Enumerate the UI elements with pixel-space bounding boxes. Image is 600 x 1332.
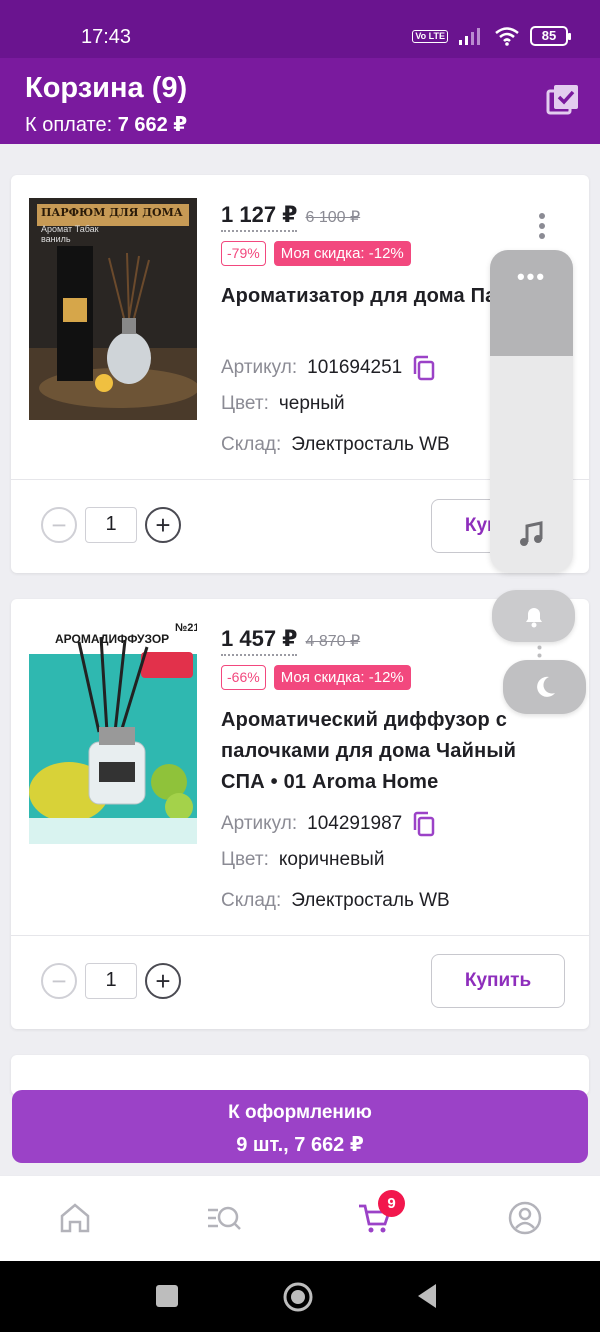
discount-badges: -66% Моя скидка: -12% bbox=[221, 665, 411, 690]
product-name[interactable]: Ароматический диффузор с палочками для д… bbox=[221, 705, 551, 798]
warehouse-row: Склад: Электросталь WB bbox=[221, 890, 450, 912]
cart-header: Корзина (9) К оплате: 7 662 ₽ bbox=[0, 58, 600, 144]
article-value: 101694251 bbox=[307, 357, 403, 378]
status-bar: 17:43 Vo LTE 85 bbox=[0, 0, 600, 58]
color-row: Цвет: коричневый bbox=[221, 849, 384, 871]
price[interactable]: 1 127 ₽ bbox=[221, 202, 298, 232]
select-all-icon[interactable] bbox=[546, 83, 580, 117]
old-price: 4 870 ₽ bbox=[305, 633, 361, 650]
discount-badges: -79% Моя скидка: -12% bbox=[221, 241, 411, 266]
color-row: Цвет: черный bbox=[221, 393, 345, 415]
thumb-number: №21 bbox=[175, 622, 197, 634]
do-not-disturb-button[interactable] bbox=[503, 660, 586, 714]
color-value: коричневый bbox=[278, 849, 385, 870]
color-label: Цвет: bbox=[221, 849, 269, 870]
signal-icon bbox=[459, 28, 480, 45]
volte-icon: Vo LTE bbox=[412, 29, 448, 43]
music-note-icon bbox=[520, 521, 543, 546]
price[interactable]: 1 457 ₽ bbox=[221, 626, 298, 656]
thumb-subtitle: Аромат Табак ваниль bbox=[41, 224, 99, 244]
home-icon[interactable] bbox=[57, 1200, 93, 1236]
volume-slider[interactable]: ••• bbox=[490, 250, 573, 572]
bottom-tab-bar bbox=[0, 1175, 600, 1261]
connector-dots bbox=[537, 645, 542, 658]
color-label: Цвет: bbox=[221, 393, 269, 414]
pay-amount: 7 662 ₽ bbox=[117, 114, 188, 136]
more-icon[interactable]: ••• bbox=[490, 264, 573, 290]
quantity-value[interactable]: 1 bbox=[85, 507, 137, 543]
decrease-qty-button[interactable]: − bbox=[41, 507, 77, 543]
moon-icon bbox=[536, 676, 555, 697]
product-name[interactable]: Ароматизатор для дома Парфюм для дома • … bbox=[221, 281, 501, 312]
article-row: Артикул: 101694251 bbox=[221, 355, 436, 381]
back-icon[interactable] bbox=[414, 1281, 440, 1311]
discount-badge: -79% bbox=[221, 241, 266, 266]
price-row: 1 457 ₽ 4 870 ₽ bbox=[221, 626, 360, 656]
decrease-qty-button[interactable]: − bbox=[41, 963, 77, 999]
more-options-icon[interactable] bbox=[539, 213, 545, 239]
card-divider bbox=[11, 935, 589, 936]
product-image[interactable]: АРОМАДИФФУЗОР №21 bbox=[29, 622, 197, 844]
article-label: Артикул: bbox=[221, 813, 298, 834]
cart-count-badge: 9 bbox=[378, 1190, 405, 1217]
warehouse-label: Склад: bbox=[221, 890, 282, 911]
thumb-title: ПАРФЮМ ДЛЯ ДОМА bbox=[41, 206, 183, 219]
warehouse-label: Склад: bbox=[221, 434, 282, 455]
home-nav-icon[interactable] bbox=[282, 1281, 314, 1313]
bell-icon bbox=[525, 608, 542, 628]
product-image[interactable]: ПАРФЮМ ДЛЯ ДОМА Аромат Табак ваниль bbox=[29, 198, 197, 420]
quantity-stepper: − 1 + bbox=[41, 507, 181, 543]
pay-summary: К оплате: 7 662 ₽ bbox=[25, 112, 187, 137]
checkout-button[interactable]: К оформлению 9 шт., 7 662 ₽ bbox=[12, 1090, 588, 1163]
increase-qty-button[interactable]: + bbox=[145, 507, 181, 543]
warehouse-value: Электросталь WB bbox=[291, 890, 450, 911]
quantity-stepper: − 1 + bbox=[41, 963, 181, 999]
pay-label: К оплате: bbox=[25, 114, 113, 136]
catalog-search-icon[interactable] bbox=[206, 1200, 242, 1236]
system-nav-bar bbox=[0, 1261, 600, 1332]
warehouse-row: Склад: Электросталь WB bbox=[221, 434, 450, 456]
article-row: Артикул: 104291987 bbox=[221, 811, 436, 837]
article-label: Артикул: bbox=[221, 357, 298, 378]
quantity-value[interactable]: 1 bbox=[85, 963, 137, 999]
copy-icon[interactable] bbox=[412, 355, 436, 381]
status-icons: Vo LTE 85 bbox=[412, 26, 571, 46]
old-price: 6 100 ₽ bbox=[305, 209, 361, 226]
page-title: Корзина (9) bbox=[25, 72, 188, 104]
color-value: черный bbox=[278, 393, 345, 414]
my-discount-badge: Моя скидка: -12% bbox=[273, 241, 411, 266]
wifi-icon bbox=[495, 27, 519, 46]
recents-icon[interactable] bbox=[154, 1281, 180, 1311]
discount-badge: -66% bbox=[221, 665, 266, 690]
checkout-label: К оформлению bbox=[228, 1102, 372, 1123]
increase-qty-button[interactable]: + bbox=[145, 963, 181, 999]
warehouse-value: Электросталь WB bbox=[291, 434, 450, 455]
battery-icon: 85 bbox=[530, 26, 571, 46]
my-discount-badge: Моя скидка: -12% bbox=[273, 665, 411, 690]
checkout-summary: 9 шт., 7 662 ₽ bbox=[236, 1134, 364, 1156]
copy-icon[interactable] bbox=[412, 811, 436, 837]
buy-button[interactable]: Купить bbox=[431, 954, 565, 1008]
price-row: 1 127 ₽ 6 100 ₽ bbox=[221, 202, 360, 232]
ring-mode-button[interactable] bbox=[492, 590, 575, 642]
cart-item-card bbox=[11, 1055, 589, 1095]
article-value: 104291987 bbox=[307, 813, 403, 834]
cart-item-card: АРОМАДИФФУЗОР №21 1 457 ₽ 4 870 ₽ -66% М… bbox=[11, 599, 589, 1029]
status-time: 17:43 bbox=[81, 26, 132, 48]
thumb-title: АРОМАДИФФУЗОР bbox=[55, 632, 170, 646]
profile-icon[interactable] bbox=[507, 1200, 543, 1236]
